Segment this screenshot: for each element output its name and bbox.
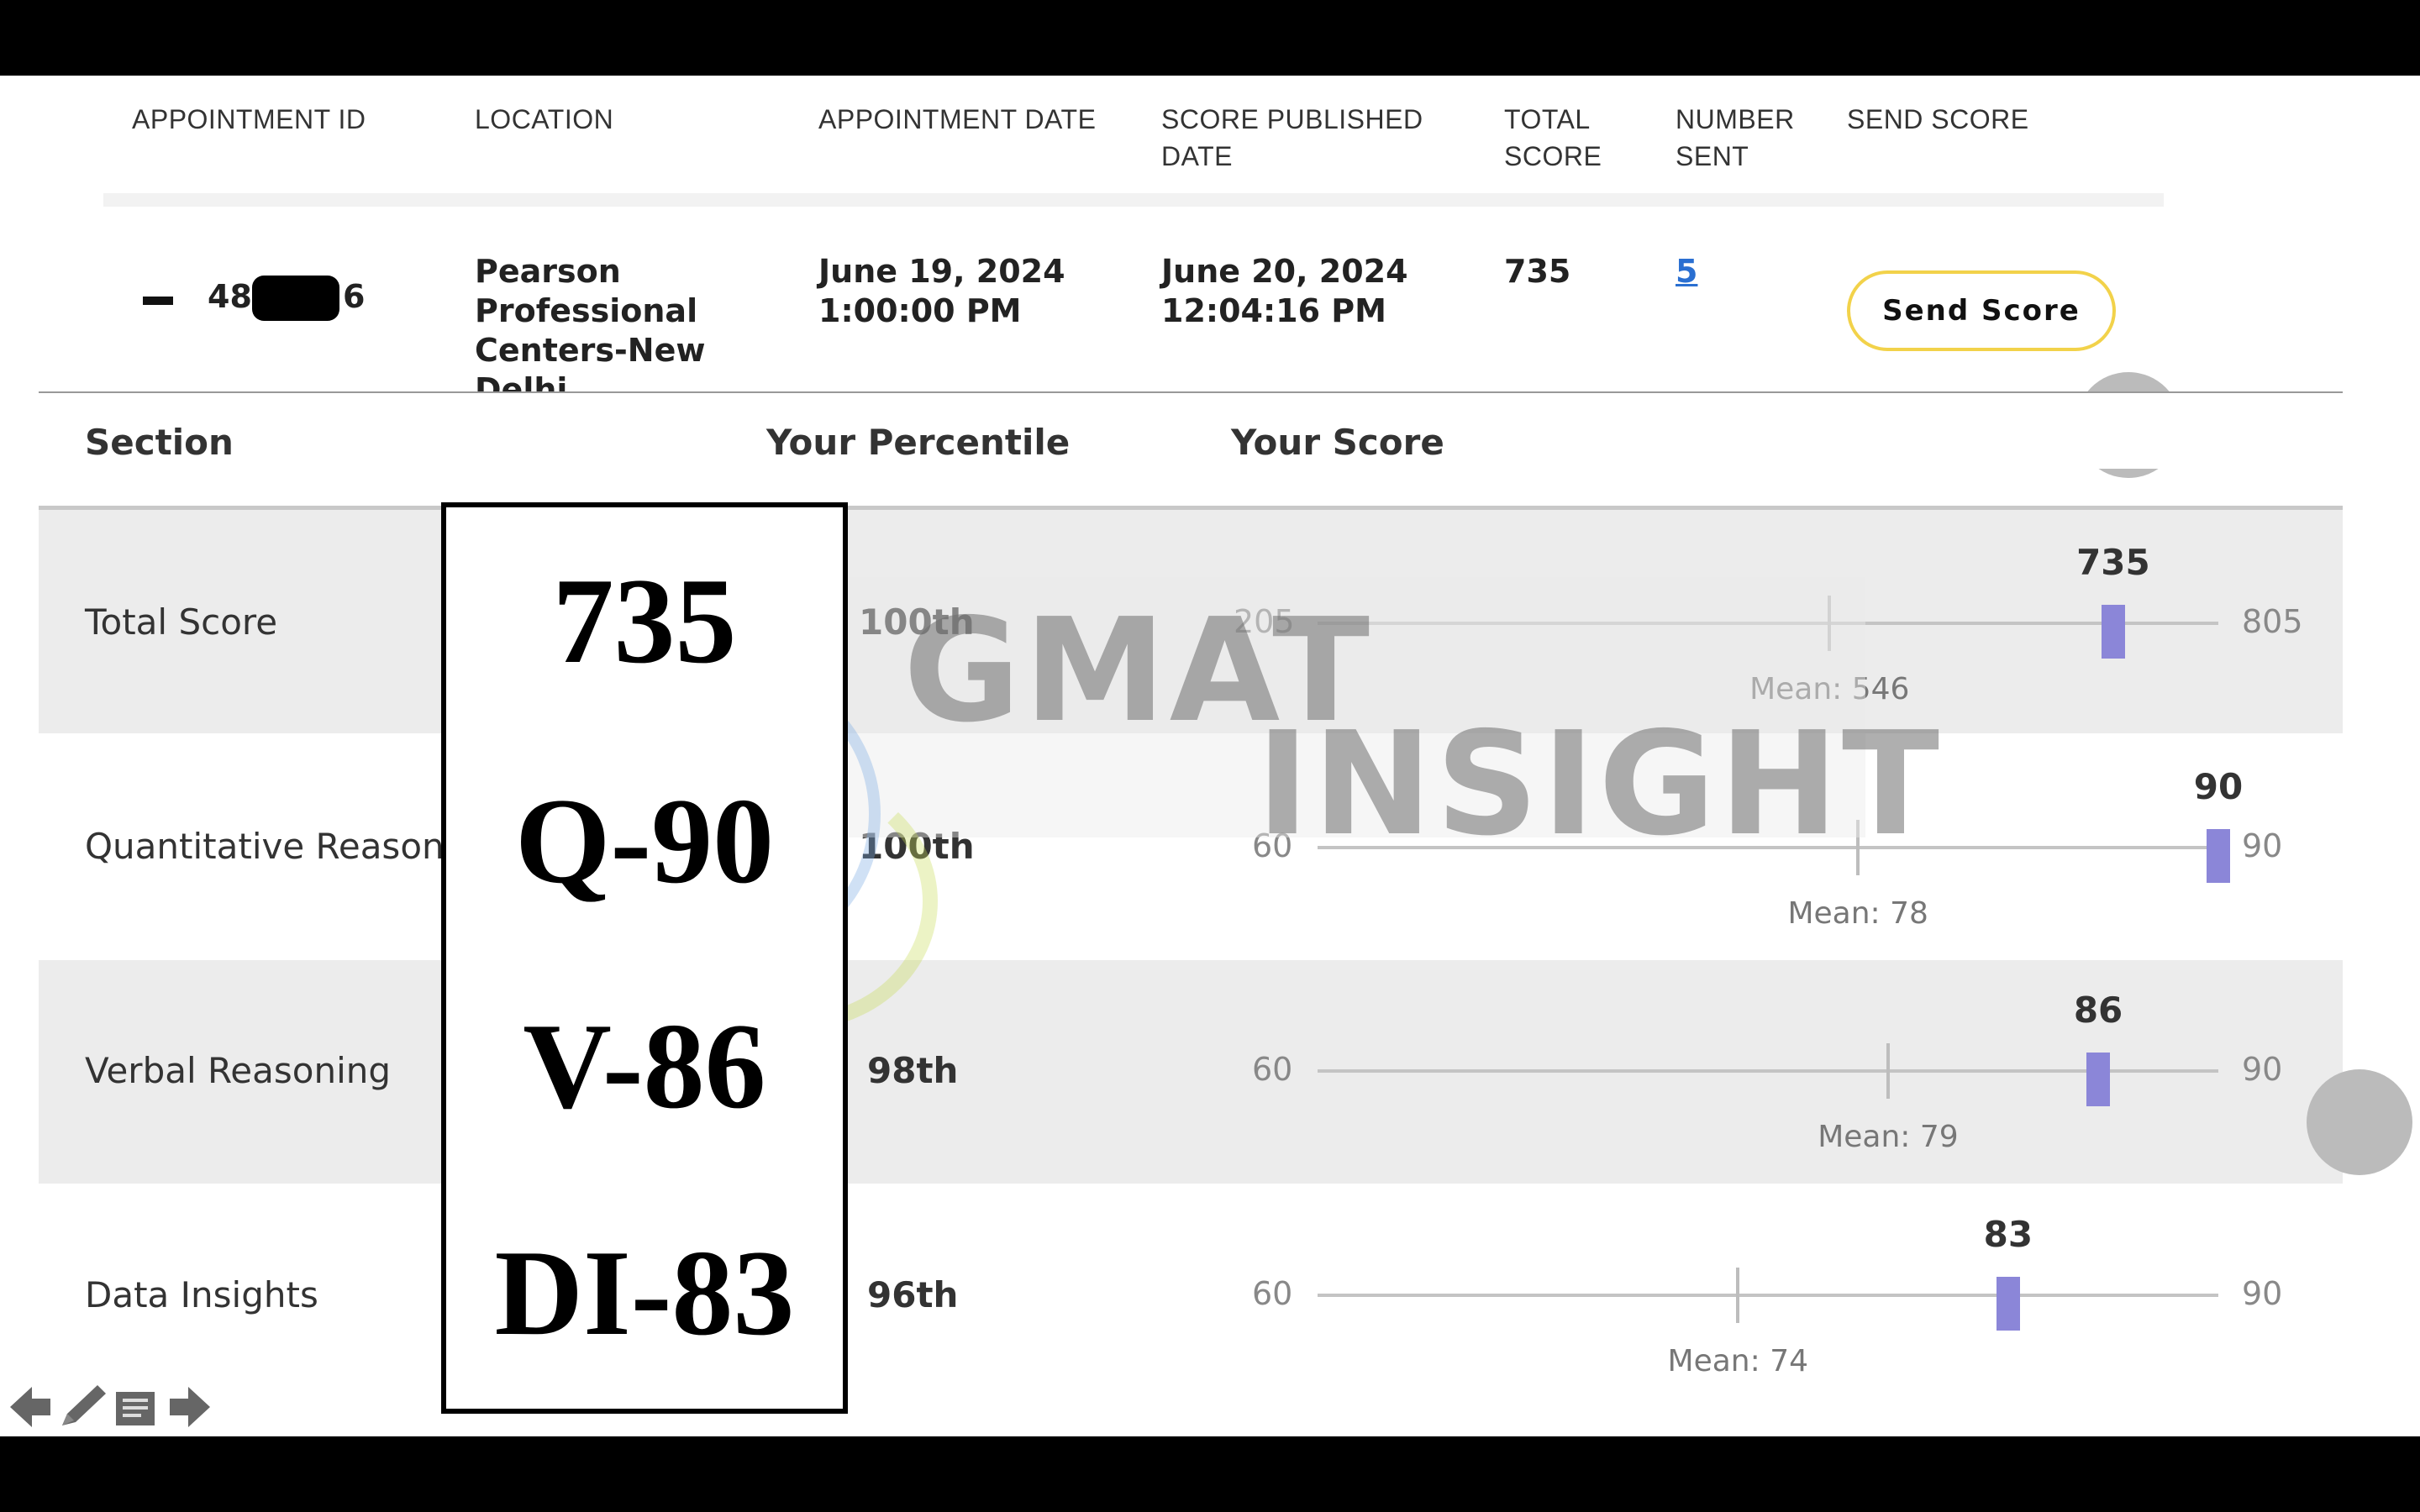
header-separator bbox=[103, 193, 2164, 207]
appointment-id-suffix: 6 bbox=[343, 278, 366, 315]
header-score-published-line2: DATE bbox=[1161, 141, 1233, 171]
overlay-quant: Q-90 bbox=[514, 773, 775, 909]
header-total-score: TOTAL SCORE bbox=[1504, 101, 1602, 175]
overlay-total: 735 bbox=[552, 553, 737, 689]
mean-tick bbox=[1736, 1268, 1740, 1323]
score-marker bbox=[2086, 1053, 2111, 1106]
range-max: 90 bbox=[2242, 1275, 2283, 1312]
published-date: June 20, 2024 bbox=[1161, 253, 1408, 290]
section-label: Data Insights bbox=[85, 1274, 318, 1315]
header-number-sent-line1: NUMBER bbox=[1676, 104, 1795, 134]
score-marker bbox=[2101, 605, 2125, 659]
appointment-id-prefix: 48 bbox=[208, 278, 252, 315]
appointment-date-cell: June 19, 2024 1:00:00 PM bbox=[818, 252, 1065, 331]
mean-tick bbox=[1886, 1043, 1890, 1099]
header-number-sent-line2: SENT bbox=[1676, 141, 1749, 171]
location-line: Centers-New bbox=[475, 332, 706, 369]
section-header: Section bbox=[85, 422, 234, 463]
send-score-button[interactable]: Send Score bbox=[1847, 270, 2116, 351]
mean-label: Mean: 78 bbox=[1787, 896, 1928, 931]
collapse-row-icon[interactable] bbox=[143, 297, 173, 305]
range-max: 805 bbox=[2242, 603, 2303, 640]
location-line: Pearson bbox=[475, 253, 621, 290]
appointment-date: June 19, 2024 bbox=[818, 253, 1065, 290]
score-report-frame: APPOINTMENT ID LOCATION APPOINTMENT DATE… bbox=[0, 76, 2420, 1436]
range-max: 90 bbox=[2242, 1051, 2283, 1088]
location-line: Delhi bbox=[475, 371, 568, 391]
appointment-time: 1:00:00 PM bbox=[818, 292, 1022, 329]
location-line: Professional bbox=[475, 292, 698, 329]
overlay-verbal: V-86 bbox=[523, 998, 766, 1134]
location-cell: Pearson Professional Centers-New Delhi bbox=[475, 252, 705, 391]
notes-icon[interactable] bbox=[116, 1392, 155, 1425]
score-summary-overlay: 735 Q-90 V-86 DI-83 bbox=[441, 502, 848, 1414]
score-marker bbox=[1996, 1277, 2020, 1331]
score-label: 90 bbox=[2193, 766, 2244, 807]
header-number-sent: NUMBER SENT bbox=[1676, 101, 1795, 175]
score-label: 86 bbox=[2073, 990, 2123, 1031]
score-label: 83 bbox=[1983, 1214, 2033, 1255]
slide-nav bbox=[10, 1385, 210, 1427]
range-min: 60 bbox=[1252, 1275, 1293, 1312]
header-total-score-line1: TOTAL bbox=[1504, 104, 1591, 134]
overlay-di: DI-83 bbox=[494, 1225, 795, 1361]
score-label: 735 bbox=[2076, 542, 2150, 583]
header-appointment-id: APPOINTMENT ID bbox=[132, 104, 366, 134]
range-min: 60 bbox=[1252, 1051, 1293, 1088]
arrow-left-icon[interactable] bbox=[10, 1387, 50, 1427]
header-score-published-line1: SCORE PUBLISHED bbox=[1161, 104, 1423, 134]
mean-label: Mean: 79 bbox=[1818, 1120, 1959, 1154]
section-label: Verbal Reasoning bbox=[85, 1050, 392, 1091]
total-score-cell: 735 bbox=[1504, 253, 1571, 290]
watermark-insight: INSIGHT bbox=[1256, 701, 1943, 868]
divider-mask bbox=[0, 393, 2420, 469]
percentile-value: 98th bbox=[867, 1050, 959, 1091]
pencil-icon[interactable] bbox=[62, 1385, 106, 1425]
section-label: Total Score bbox=[85, 601, 278, 643]
header-total-score-line2: SCORE bbox=[1504, 141, 1602, 171]
header-appointment-date: APPOINTMENT DATE bbox=[818, 104, 1097, 134]
mean-label: Mean: 74 bbox=[1667, 1344, 1808, 1378]
score-track bbox=[1318, 1069, 2218, 1073]
percentile-value: 96th bbox=[867, 1274, 959, 1315]
redaction-mark bbox=[252, 276, 339, 321]
number-sent-link[interactable]: 5 bbox=[1676, 252, 1697, 291]
header-send-score: SEND SCORE bbox=[1847, 104, 2029, 134]
published-time: 12:04:16 PM bbox=[1161, 292, 1386, 329]
score-marker bbox=[2207, 829, 2230, 883]
published-date-cell: June 20, 2024 12:04:16 PM bbox=[1161, 252, 1408, 331]
header-location: LOCATION bbox=[475, 104, 614, 134]
header-score-published-date: SCORE PUBLISHED DATE bbox=[1161, 101, 1423, 175]
score-track bbox=[1318, 1294, 2218, 1297]
score-header: Your Score bbox=[1231, 422, 1444, 463]
range-max: 90 bbox=[2242, 827, 2283, 864]
side-fab[interactable] bbox=[2307, 1069, 2412, 1175]
arrow-right-icon[interactable] bbox=[170, 1387, 210, 1427]
percentile-header: Your Percentile bbox=[766, 422, 1071, 463]
section-label: Quantitative Reasoning bbox=[85, 826, 499, 867]
